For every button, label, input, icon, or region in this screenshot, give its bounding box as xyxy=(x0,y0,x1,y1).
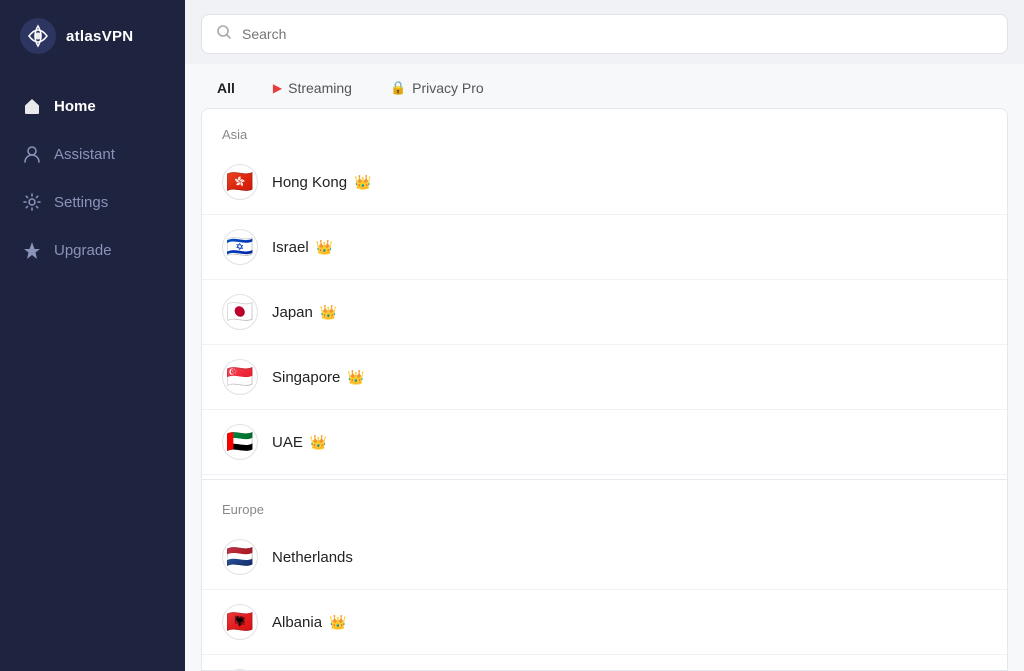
streaming-play-icon: ▶ xyxy=(273,81,282,95)
logo: atlasVPN xyxy=(0,0,185,72)
sidebar: atlasVPN Home Assistant xyxy=(0,0,185,671)
sidebar-nav: Home Assistant Settings xyxy=(0,72,185,284)
sidebar-item-upgrade[interactable]: Upgrade xyxy=(0,226,185,274)
main-content: All ▶ Streaming 🔒 Privacy Pro Asia 🇭🇰 Ho… xyxy=(185,0,1024,671)
flag-albania: 🇦🇱 xyxy=(222,604,258,640)
country-name-israel: Israel 👑 xyxy=(272,239,333,256)
home-icon xyxy=(22,96,42,116)
tab-all[interactable]: All xyxy=(201,74,251,102)
sidebar-item-home-label: Home xyxy=(54,98,96,115)
country-name-albania: Albania 👑 xyxy=(272,614,346,631)
search-input[interactable] xyxy=(242,26,993,42)
country-item-uae[interactable]: 🇦🇪 UAE 👑 xyxy=(202,410,1007,475)
filter-tabs: All ▶ Streaming 🔒 Privacy Pro xyxy=(185,64,1024,108)
country-name-hong-kong: Hong Kong 👑 xyxy=(272,174,372,191)
upgrade-icon xyxy=(22,240,42,260)
country-item-hong-kong[interactable]: 🇭🇰 Hong Kong 👑 xyxy=(202,150,1007,215)
crown-icon: 👑 xyxy=(329,614,346,631)
tab-streaming[interactable]: ▶ Streaming xyxy=(257,74,368,102)
crown-icon: 👑 xyxy=(354,174,371,191)
flag-uae: 🇦🇪 xyxy=(222,424,258,460)
sidebar-item-upgrade-label: Upgrade xyxy=(54,242,112,259)
crown-icon: 👑 xyxy=(310,434,327,451)
tab-streaming-label: Streaming xyxy=(288,80,352,96)
sidebar-item-home[interactable]: Home xyxy=(0,82,185,130)
sidebar-item-assistant-label: Assistant xyxy=(54,146,115,163)
country-item-singapore[interactable]: 🇸🇬 Singapore 👑 xyxy=(202,345,1007,410)
region-header-asia: Asia xyxy=(202,109,1007,150)
region-divider-europe xyxy=(202,479,1007,480)
country-name-japan: Japan 👑 xyxy=(272,304,337,321)
search-bar-wrapper xyxy=(185,0,1024,64)
country-item-austria[interactable]: 🇦🇹 Austria 👑 xyxy=(202,655,1007,671)
flag-hong-kong: 🇭🇰 xyxy=(222,164,258,200)
flag-singapore: 🇸🇬 xyxy=(222,359,258,395)
search-icon xyxy=(216,24,232,44)
logo-text: atlasVPN xyxy=(66,28,133,45)
sidebar-item-assistant[interactable]: Assistant xyxy=(0,130,185,178)
crown-icon: 👑 xyxy=(320,304,337,321)
country-item-albania[interactable]: 🇦🇱 Albania 👑 xyxy=(202,590,1007,655)
crown-icon: 👑 xyxy=(316,239,333,256)
country-name-netherlands: Netherlands xyxy=(272,549,353,566)
atlasvpn-logo-icon xyxy=(20,18,56,54)
sidebar-item-settings[interactable]: Settings xyxy=(0,178,185,226)
country-item-israel[interactable]: 🇮🇱 Israel 👑 xyxy=(202,215,1007,280)
tab-privacy-pro-label: Privacy Pro xyxy=(412,80,484,96)
assistant-icon xyxy=(22,144,42,164)
flag-japan: 🇯🇵 xyxy=(222,294,258,330)
privacy-pro-lock-icon: 🔒 xyxy=(390,80,406,96)
country-list: Asia 🇭🇰 Hong Kong 👑 🇮🇱 Israel 👑 🇯🇵 Japan… xyxy=(201,108,1008,671)
search-bar xyxy=(201,14,1008,54)
tab-privacy-pro[interactable]: 🔒 Privacy Pro xyxy=(374,74,500,102)
crown-icon: 👑 xyxy=(347,369,364,386)
settings-icon xyxy=(22,192,42,212)
region-header-europe: Europe xyxy=(202,484,1007,525)
country-name-singapore: Singapore 👑 xyxy=(272,369,365,386)
sidebar-item-settings-label: Settings xyxy=(54,194,108,211)
flag-israel: 🇮🇱 xyxy=(222,229,258,265)
flag-netherlands: 🇳🇱 xyxy=(222,539,258,575)
country-item-japan[interactable]: 🇯🇵 Japan 👑 xyxy=(202,280,1007,345)
country-item-netherlands[interactable]: 🇳🇱 Netherlands xyxy=(202,525,1007,590)
country-name-uae: UAE 👑 xyxy=(272,434,327,451)
